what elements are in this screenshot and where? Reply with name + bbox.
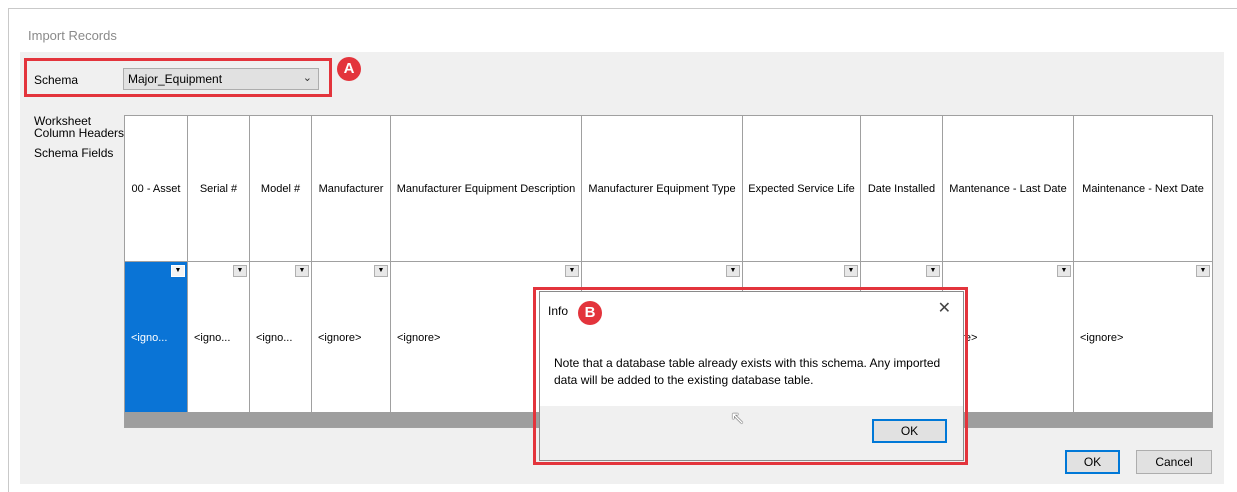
grid-column: Maintenance - Next Date ▼ <ignore> [1074,116,1212,412]
schema-field-value: <igno... [131,332,168,344]
column-header: Manufacturer [312,116,390,262]
schema-field-value: <igno... [194,332,231,344]
triangle-down-icon[interactable]: ▼ [374,265,388,277]
triangle-down-icon[interactable]: ▼ [726,265,740,277]
triangle-down-icon[interactable]: ▼ [926,265,940,277]
grid-column: Serial # ▼ <igno... [188,116,250,412]
grid-column: 00 - Asset ▼ <igno... [125,116,188,412]
mouse-cursor-icon: ↖ [730,408,746,428]
triangle-down-icon[interactable]: ▼ [171,265,185,277]
worksheet-headers-label: Worksheet Column Headers [34,114,125,140]
window-title: Import Records [28,28,117,43]
annotation-badge-b: B [578,301,602,325]
schema-field-cell[interactable]: ▼ <igno... [250,262,311,412]
ok-button[interactable]: OK [1065,450,1120,474]
column-header: Maintenance - Next Date [1074,116,1212,262]
column-header: Expected Service Life [743,116,860,262]
grid-column: Model # ▼ <igno... [250,116,312,412]
column-header: Manufacturer Equipment Type [582,116,742,262]
schema-field-cell[interactable]: ▼ <igno... [125,262,187,412]
schema-fields-label: Schema Fields [34,146,114,160]
annotation-badge-a: A [337,57,361,81]
column-header: 00 - Asset [125,116,187,262]
schema-field-value: <ignore> [318,332,362,344]
schema-field-cell[interactable]: ▼ <ignore> [312,262,390,412]
cancel-button[interactable]: Cancel [1136,450,1212,474]
schema-field-cell[interactable]: ▼ <igno... [188,262,249,412]
triangle-down-icon[interactable]: ▼ [844,265,858,277]
schema-field-cell[interactable]: ▼ <ignore> [1074,262,1212,412]
schema-field-value: <ignore> [1080,332,1124,344]
schema-field-value: <ignore> [397,332,441,344]
triangle-down-icon[interactable]: ▼ [1196,265,1210,277]
triangle-down-icon[interactable]: ▼ [233,265,247,277]
column-header: Date Installed [861,116,942,262]
column-header: Mantenance - Last Date [943,116,1073,262]
annotation-box-a [24,58,332,97]
column-header: Serial # [188,116,249,262]
column-header: Manufacturer Equipment Description [391,116,581,262]
schema-field-value: <igno... [256,332,293,344]
triangle-down-icon[interactable]: ▼ [295,265,309,277]
grid-column: Manufacturer ▼ <ignore> [312,116,391,412]
column-header: Model # [250,116,311,262]
triangle-down-icon[interactable]: ▼ [565,265,579,277]
triangle-down-icon[interactable]: ▼ [1057,265,1071,277]
